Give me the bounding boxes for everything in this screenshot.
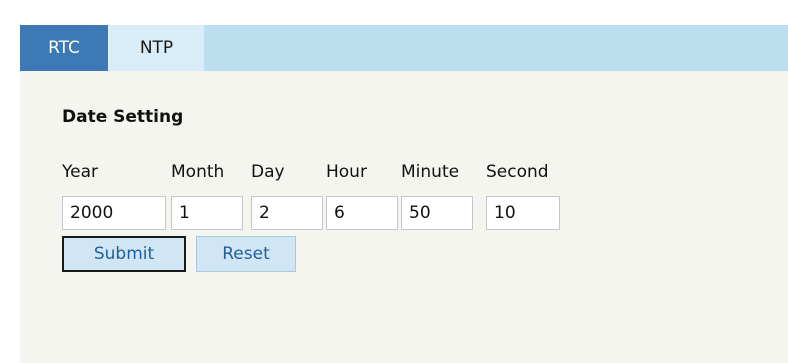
section-title: Date Setting [62, 107, 184, 127]
tab-ntp[interactable]: NTP [108, 25, 204, 71]
reset-button[interactable]: Reset [196, 236, 296, 272]
hour-label: Hour [326, 162, 367, 182]
second-label: Second [486, 162, 549, 182]
minute-label: Minute [401, 162, 460, 182]
minute-input[interactable] [401, 196, 473, 230]
year-input[interactable] [62, 196, 166, 230]
day-label: Day [251, 162, 285, 182]
hour-input[interactable] [326, 196, 398, 230]
submit-button[interactable]: Submit [62, 236, 186, 272]
day-input[interactable] [251, 196, 323, 230]
second-input[interactable] [486, 196, 560, 230]
tab-rtc[interactable]: RTC [20, 25, 108, 71]
tab-bar: RTC NTP [20, 25, 788, 71]
year-label: Year [62, 162, 98, 182]
date-setting-panel: Date Setting Year Month Day Hour Minute … [20, 71, 788, 363]
month-label: Month [171, 162, 225, 182]
month-input[interactable] [171, 196, 243, 230]
